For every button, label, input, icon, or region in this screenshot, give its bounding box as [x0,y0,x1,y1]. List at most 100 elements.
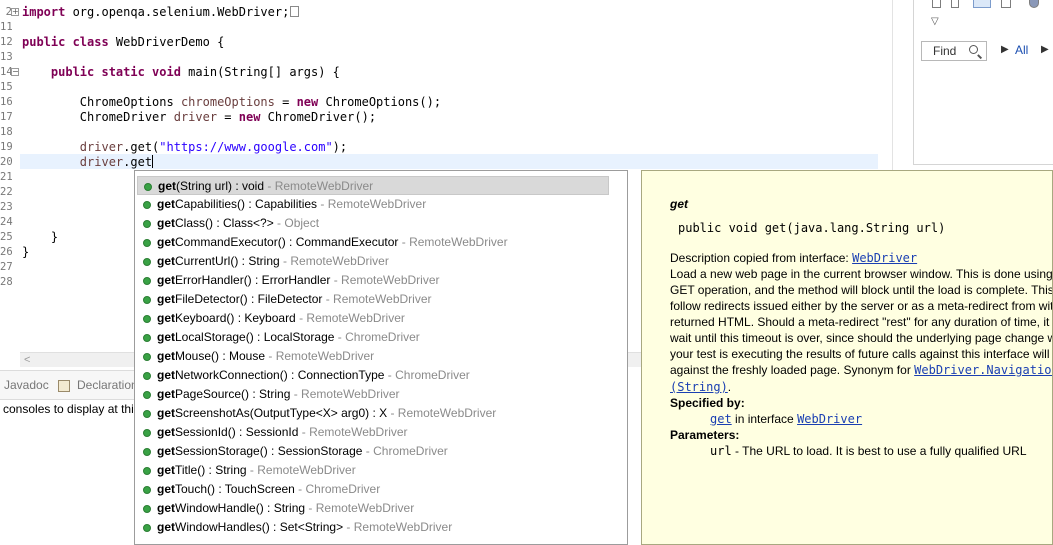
webdriver-interface-link[interactable]: WebDriver [797,412,862,426]
new-task-icon[interactable] [932,0,941,8]
proposal-declaring-type: - RemoteWebDriver [305,501,415,515]
proposal-item[interactable]: getErrorHandler() : ErrorHandler - Remot… [137,271,609,290]
proposal-signature: getPageSource() : String - RemoteWebDriv… [157,385,400,404]
code-line[interactable]: import org.openqa.selenium.WebDriver; [22,5,300,20]
proposal-prefix: get [157,311,175,325]
fold-toggle-icon[interactable]: + [11,8,19,16]
proposal-item[interactable]: getCommandExecutor() : CommandExecutor -… [137,233,609,252]
find-field[interactable]: Find [921,41,987,61]
proposal-item[interactable]: getWindowHandle() : String - RemoteWebDr… [137,499,609,518]
proposal-prefix: get [157,349,175,363]
categorized-icon[interactable] [973,0,991,8]
code-token: ChromeOptions(); [318,95,442,109]
proposal-rest: CurrentUrl() : String [175,254,280,268]
proposal-scrollbar[interactable] [613,171,627,544]
proposal-item[interactable]: getSessionStorage() : SessionStorage - C… [137,442,609,461]
webdriver-link[interactable]: WebDriver [852,251,917,265]
javadoc-text: follow redirects issued either by the se… [670,299,1053,313]
proposal-signature: getCurrentUrl() : String - RemoteWebDriv… [157,252,389,271]
proposal-declaring-type: - RemoteWebDriver [279,254,389,268]
proposal-item[interactable]: getCurrentUrl() : String - RemoteWebDriv… [137,252,609,271]
get-method-link[interactable]: get [710,412,732,426]
code-line[interactable]: public class WebDriverDemo { [22,35,224,50]
proposal-declaring-type: - RemoteWebDriver [295,311,405,325]
console-view [0,400,135,545]
proposal-item[interactable]: getTouch() : TouchScreen - ChromeDriver [137,480,609,499]
proposal-signature: getTitle() : String - RemoteWebDriver [157,461,356,480]
content-assist-popup[interactable]: get(String url) : void - RemoteWebDriver… [134,170,628,545]
code-token: public static void [50,65,181,79]
proposal-prefix: get [157,368,175,382]
code-line[interactable]: } [22,230,58,245]
proposal-declaring-type: - RemoteWebDriver [398,235,508,249]
proposal-rest: PageSource() : String [175,387,291,401]
proposal-prefix: get [157,273,175,287]
line-number: 26 [0,246,13,258]
proposal-item[interactable]: getKeyboard() : Keyboard - RemoteWebDriv… [137,309,609,328]
code-line[interactable]: driver.get [22,155,154,170]
code-token: .get [123,155,153,169]
proposal-signature: getErrorHandler() : ErrorHandler - Remot… [157,271,440,290]
proposal-signature: getWindowHandles() : Set<String> - Remot… [157,518,452,537]
proposal-prefix: get [157,292,175,306]
filter-icon[interactable] [951,0,959,8]
folded-imports-icon[interactable] [290,6,300,17]
proposal-item[interactable]: getWindowHandles() : Set<String> - Remot… [137,518,609,537]
text-caret [152,155,154,168]
proposal-signature: getWindowHandle() : String - RemoteWebDr… [157,499,414,518]
view-menu-icon[interactable]: ▽ [931,16,939,27]
proposal-rest: LocalStorage() : LocalStorage [175,330,335,344]
proposal-item[interactable]: getNetworkConnection() : ConnectionType … [137,366,609,385]
code-line[interactable]: public static void main(String[] args) { [22,65,340,80]
proposal-item[interactable]: getCapabilities() : Capabilities - Remot… [137,195,609,214]
code-token: = [217,110,239,124]
line-number: 24 [0,216,13,228]
proposal-item[interactable]: getClass() : Class<?> - Object [137,214,609,233]
fold-toggle-icon[interactable]: − [11,68,19,76]
javadoc-hover: get public void get(java.lang.String url… [641,170,1053,545]
expand-arrow-icon[interactable]: ▶ [1041,44,1049,55]
proposal-declaring-type: - ChromeDriver [362,444,448,458]
proposal-item[interactable]: get(String url) : void - RemoteWebDriver [137,176,609,195]
navigation-string-link[interactable]: (String) [670,380,728,394]
proposal-item[interactable]: getScreenshotAs(OutputType<X> arg0) : X … [137,404,609,423]
webdriver-navigation-link[interactable]: WebDriver.Navigation [914,363,1052,377]
proposal-item[interactable]: getPageSource() : String - RemoteWebDriv… [137,385,609,404]
public-method-icon [143,353,151,361]
search-icon[interactable] [969,45,978,54]
javadoc-description-header: Description copied from interface: WebDr… [670,250,917,266]
proposal-rest: SessionStorage() : SessionStorage [175,444,363,458]
code-line[interactable]: driver.get("https://www.google.com"); [22,140,347,155]
proposal-prefix: get [157,501,175,515]
proposal-rest: (String url) : void [176,179,265,193]
code-line[interactable]: ChromeDriver driver = new ChromeDriver()… [22,110,376,125]
proposal-item[interactable]: getTitle() : String - RemoteWebDriver [137,461,609,480]
proposal-declaring-type: - RemoteWebDriver [322,292,432,306]
synonym-end: . [727,380,732,394]
all-link[interactable]: All [1015,43,1028,57]
code-line[interactable]: ChromeOptions chromeOptions = new Chrome… [22,95,441,110]
proposal-signature: get(String url) : void - RemoteWebDriver [158,177,373,196]
public-method-icon [143,486,151,494]
expand-arrow-icon[interactable]: ▶ [1001,44,1009,55]
proposal-signature: getKeyboard() : Keyboard - RemoteWebDriv… [157,309,405,328]
proposal-declaring-type: - RemoteWebDriver [317,197,427,211]
public-method-icon [143,429,151,437]
proposal-item[interactable]: getSessionId() : SessionId - RemoteWebDr… [137,423,609,442]
proposal-item[interactable]: getMouse() : Mouse - RemoteWebDriver [137,347,609,366]
proposal-item[interactable]: getFileDetector() : FileDetector - Remot… [137,290,609,309]
proposal-item[interactable]: getLocalStorage() : LocalStorage - Chrom… [137,328,609,347]
public-method-icon [143,296,151,304]
collapse-icon[interactable] [1001,0,1011,8]
tab-declaration[interactable]: Declaration [77,378,138,392]
tab-javadoc[interactable]: Javadoc [4,378,49,392]
code-line[interactable]: } [22,245,29,260]
javadoc-text: returned HTML. Should a meta-redirect "r… [670,315,1050,329]
public-method-icon [143,334,151,342]
scroll-left-icon[interactable]: < [24,353,30,367]
code-token: "https://www.google.com" [159,140,333,154]
code-token: main(String[] args) { [180,65,340,79]
code-token: driver [79,155,124,169]
proposal-declaring-type: - RemoteWebDriver [265,349,375,363]
